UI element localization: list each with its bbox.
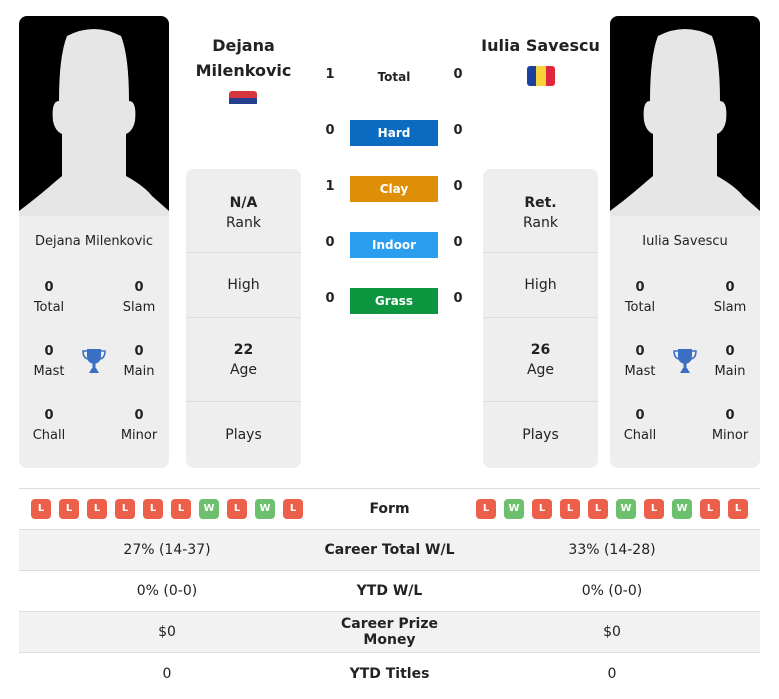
- player1-value: 0: [162, 665, 172, 682]
- player2-form: LWLLLWLWLL: [464, 499, 760, 519]
- silhouette-icon: [19, 29, 169, 216]
- trophy-icon: [673, 348, 697, 374]
- player1-slam-titles: 0 Slam: [122, 280, 156, 315]
- serbia-flag-icon: [229, 91, 257, 111]
- player1-info-panel: N/A Rank High 22 Age Plays: [186, 169, 301, 468]
- form-loss-badge[interactable]: L: [171, 499, 191, 519]
- h2h-total-p2: 0: [453, 67, 463, 82]
- player2-titles-card: Iulia Savescu 0 Total 0 Slam 0 Mast 0 Main 0…: [610, 216, 760, 468]
- form-win-badge[interactable]: W: [672, 499, 692, 519]
- row-label: YTD W/L: [356, 583, 423, 599]
- table-row: $0 Career Prize Money $0: [19, 612, 760, 653]
- table-row: 27% (14-37) Career Total W/L 33% (14-28): [19, 530, 760, 571]
- player1-main-titles: 0 Main: [123, 344, 155, 379]
- form-loss-badge[interactable]: L: [143, 499, 163, 519]
- row-label: Career Total W/L: [324, 542, 455, 558]
- trophy-icon: [82, 348, 106, 374]
- form-loss-badge[interactable]: L: [59, 499, 79, 519]
- player2-total-titles: 0 Total: [624, 280, 656, 315]
- form-loss-badge[interactable]: L: [560, 499, 580, 519]
- player1-value: $0: [158, 624, 176, 640]
- form-loss-badge[interactable]: L: [644, 499, 664, 519]
- form-win-badge[interactable]: W: [616, 499, 636, 519]
- player1-minor-titles: 0 Minor: [120, 408, 158, 443]
- form-win-badge[interactable]: W: [255, 499, 275, 519]
- form-row: LLLLLLWLWL Form LWLLLWLWLL: [19, 489, 760, 530]
- form-loss-badge[interactable]: L: [87, 499, 107, 519]
- h2h-grass-p2: 0: [453, 291, 463, 306]
- player2-name-title[interactable]: Iulia Savescu: [478, 33, 603, 58]
- table-row: 0% (0-0) YTD W/L 0% (0-0): [19, 571, 760, 612]
- player1-rank: N/A Rank: [186, 169, 301, 253]
- player2-high: High: [483, 253, 598, 318]
- form-loss-badge[interactable]: L: [283, 499, 303, 519]
- surface-hard-badge[interactable]: Hard: [350, 120, 438, 146]
- h2h-indoor-p1: 0: [325, 235, 335, 250]
- player2-value: 0% (0-0): [581, 583, 643, 599]
- player2-photo: [610, 16, 760, 216]
- romania-flag-icon: [527, 66, 555, 86]
- form-loss-badge[interactable]: L: [476, 499, 496, 519]
- player1-titles-card: Dejana Milenkovic 0 Total 0 Slam 0 Mast 0 Ma…: [19, 216, 169, 468]
- h2h-hard-p2: 0: [453, 123, 463, 138]
- player1-high: High: [186, 253, 301, 318]
- player1-value: 27% (14-37): [123, 542, 211, 558]
- form-loss-badge[interactable]: L: [728, 499, 748, 519]
- form-loss-badge[interactable]: L: [115, 499, 135, 519]
- form-loss-badge[interactable]: L: [700, 499, 720, 519]
- player1-mast-titles: 0 Mast: [33, 344, 65, 379]
- player1-name-title[interactable]: Dejana Milenkovic: [186, 33, 301, 83]
- player1-age: 22 Age: [186, 318, 301, 402]
- comparison-table: LLLLLLWLWL Form LWLLLWLWLL 27% (14-37) C…: [19, 488, 760, 694]
- form-loss-badge[interactable]: L: [532, 499, 552, 519]
- player2-info-panel: Ret. Rank High 26 Age Plays: [483, 169, 598, 468]
- player1-plays: Plays: [225, 426, 262, 443]
- player2-value: 0: [607, 665, 617, 682]
- h2h-grass-p1: 0: [325, 291, 335, 306]
- player2-value: $0: [603, 624, 621, 640]
- surface-grass-badge[interactable]: Grass: [350, 288, 438, 314]
- form-loss-badge[interactable]: L: [31, 499, 51, 519]
- player2-main-titles: 0 Main: [714, 344, 746, 379]
- h2h-indoor-p2: 0: [453, 235, 463, 250]
- player2-slam-titles: 0 Slam: [713, 280, 747, 315]
- player2-card-name: Iulia Savescu: [642, 234, 728, 249]
- surface-indoor-badge[interactable]: Indoor: [350, 232, 438, 258]
- player1-value: 0% (0-0): [136, 583, 198, 599]
- h2h-total-p1: 1: [325, 67, 335, 82]
- player2-chall-titles: 0 Chall: [623, 408, 657, 443]
- player2-plays: Plays: [522, 426, 559, 443]
- player2-mast-titles: 0 Mast: [624, 344, 656, 379]
- row-label: Career Prize Money: [340, 616, 438, 648]
- row-label: YTD Titles: [349, 665, 430, 682]
- form-label: Form: [369, 501, 410, 517]
- player1-chall-titles: 0 Chall: [32, 408, 66, 443]
- player2-minor-titles: 0 Minor: [711, 408, 749, 443]
- player2-value: 33% (14-28): [568, 542, 656, 558]
- h2h-hard-p1: 0: [325, 123, 335, 138]
- player1-card-name: Dejana Milenkovic: [34, 234, 154, 249]
- player1-photo: [19, 16, 169, 216]
- form-win-badge[interactable]: W: [199, 499, 219, 519]
- player1-form: LLLLLLWLWL: [19, 499, 315, 519]
- surface-clay-badge[interactable]: Clay: [350, 176, 438, 202]
- player1-total-titles: 0 Total: [33, 280, 65, 315]
- form-loss-badge[interactable]: L: [588, 499, 608, 519]
- form-loss-badge[interactable]: L: [227, 499, 247, 519]
- silhouette-icon: [610, 29, 760, 216]
- table-row: 0 YTD Titles 0: [19, 653, 760, 694]
- h2h-clay-p1: 1: [325, 179, 335, 194]
- player2-age: 26 Age: [483, 318, 598, 402]
- h2h-clay-p2: 0: [453, 179, 463, 194]
- player2-rank: Ret. Rank: [483, 169, 598, 253]
- form-win-badge[interactable]: W: [504, 499, 524, 519]
- h2h-total-label: Total: [377, 70, 411, 84]
